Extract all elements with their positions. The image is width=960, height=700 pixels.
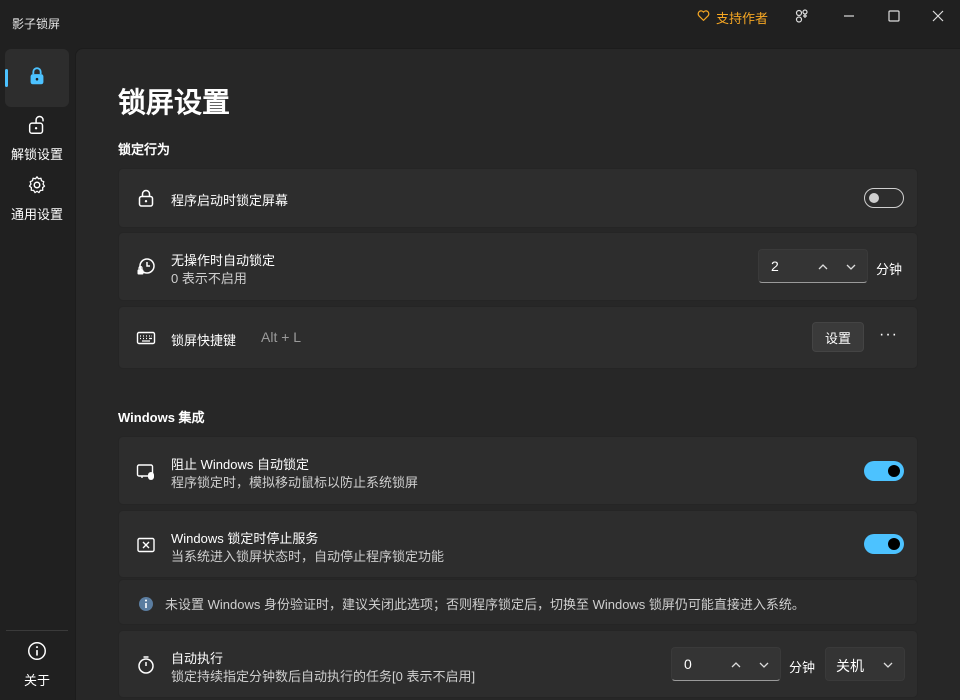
lock-on-start-label: 程序启动时锁定屏幕 — [171, 193, 289, 208]
support-author-button[interactable]: 支持作者 — [697, 8, 768, 26]
block-windows-lock-card: 阻止 Windows 自动锁定 程序锁定时，模拟移动鼠标以防止系统锁屏 — [118, 436, 918, 505]
auto-exec-action-select[interactable]: 关机 — [825, 647, 905, 681]
stop-on-windows-lock-desc: 当系统进入锁屏状态时，自动停止程序锁定功能 — [171, 549, 445, 564]
chevron-down-icon[interactable] — [841, 257, 861, 277]
block-windows-lock-toggle[interactable] — [864, 461, 904, 481]
heart-icon — [697, 9, 710, 25]
page-title: 锁屏设置 — [118, 87, 231, 118]
stop-on-windows-lock-label: Windows 锁定时停止服务 — [171, 531, 319, 546]
app-title: 影子锁屏 — [12, 17, 61, 31]
hotkey-label: 锁屏快捷键 — [171, 333, 237, 348]
theme-icon[interactable] — [792, 6, 812, 26]
auto-exec-desc: 锁定持续指定分钟数后自动执行的任务[0 表示不启用] — [171, 669, 476, 684]
sidebar-item-general-settings[interactable]: 通用设置 — [5, 174, 69, 223]
sidebar-item-label: 关于 — [23, 673, 50, 688]
timer-icon — [135, 654, 157, 676]
info-icon — [135, 593, 157, 615]
sidebar-item-label: 通用设置 — [10, 207, 63, 222]
stop-on-windows-lock-card: Windows 锁定时停止服务 当系统进入锁屏状态时，自动停止程序锁定功能 — [118, 510, 918, 578]
toggle-knob — [869, 193, 879, 203]
section-title-windows: Windows 集成 — [118, 410, 205, 425]
sidebar-item-about[interactable]: 关于 — [5, 640, 69, 689]
chevron-up-icon[interactable] — [813, 257, 833, 277]
sidebar-item-label: 解锁设置 — [10, 147, 63, 162]
gear-icon — [26, 174, 48, 201]
chevron-down-icon[interactable] — [754, 655, 774, 675]
mouse-screen-icon — [135, 461, 157, 483]
sidebar-item-lock[interactable] — [5, 49, 69, 107]
section-title-lock-behavior: 锁定行为 — [118, 142, 171, 157]
idle-lock-label: 无操作时自动锁定 — [171, 253, 276, 268]
info-icon — [26, 640, 48, 667]
sidebar-divider — [6, 630, 68, 631]
lock-on-start-toggle[interactable] — [864, 188, 904, 208]
chevron-down-icon — [882, 658, 894, 676]
idle-lock-minutes-stepper[interactable]: 2 — [758, 249, 868, 283]
info-bar: 未设置 Windows 身份验证时，建议关闭此选项；否则程序锁定后，切换至 Wi… — [118, 579, 918, 625]
sidebar-item-unlock-settings[interactable]: 解锁设置 — [5, 114, 69, 163]
stop-on-windows-lock-toggle[interactable] — [864, 534, 904, 554]
more-options-button[interactable]: ··· — [879, 326, 898, 344]
title-bar: 影子锁屏 支持作者 — [0, 0, 960, 44]
hotkey-value: Alt + L — [261, 329, 302, 345]
sidebar: 解锁设置 通用设置 关于 — [0, 44, 74, 700]
hotkey-card: 锁屏快捷键 Alt + L 设置 ··· — [118, 306, 918, 369]
auto-exec-minutes-value: 0 — [684, 656, 692, 672]
auto-exec-card: 自动执行 锁定持续指定分钟数后自动执行的任务[0 表示不启用] 0 分钟 关机 — [118, 630, 918, 698]
keyboard-icon — [135, 327, 157, 349]
idle-lock-card: 无操作时自动锁定 0 表示不启用 2 分钟 — [118, 232, 918, 301]
block-windows-lock-label: 阻止 Windows 自动锁定 — [171, 457, 309, 472]
auto-exec-action-value: 关机 — [836, 658, 864, 674]
toggle-knob — [888, 465, 900, 477]
main-panel: 锁屏设置 锁定行为 程序启动时锁定屏幕 无操作时自动锁定 0 表示不启用 2 分… — [75, 48, 960, 700]
toggle-knob — [888, 538, 900, 550]
auto-exec-label: 自动执行 — [171, 651, 224, 666]
maximize-button[interactable] — [884, 6, 904, 26]
auto-exec-unit: 分钟 — [789, 660, 816, 675]
support-author-label: 支持作者 — [716, 10, 769, 26]
close-box-icon — [135, 534, 157, 556]
clock-lock-icon — [135, 256, 157, 278]
set-hotkey-button[interactable]: 设置 — [812, 322, 864, 352]
chevron-up-icon[interactable] — [726, 655, 746, 675]
minimize-button[interactable] — [839, 6, 859, 26]
idle-lock-minutes-value: 2 — [771, 258, 779, 274]
unlock-icon — [26, 114, 48, 141]
lock-icon — [135, 187, 157, 209]
active-indicator — [5, 69, 8, 87]
info-text: 未设置 Windows 身份验证时，建议关闭此选项；否则程序锁定后，切换至 Wi… — [165, 597, 805, 612]
close-button[interactable] — [928, 6, 948, 26]
auto-exec-minutes-stepper[interactable]: 0 — [671, 647, 781, 681]
lock-on-start-card: 程序启动时锁定屏幕 — [118, 168, 918, 228]
block-windows-lock-desc: 程序锁定时，模拟移动鼠标以防止系统锁屏 — [171, 475, 419, 490]
idle-lock-desc: 0 表示不启用 — [171, 271, 247, 286]
lock-icon — [26, 65, 48, 92]
idle-lock-unit: 分钟 — [876, 262, 903, 277]
